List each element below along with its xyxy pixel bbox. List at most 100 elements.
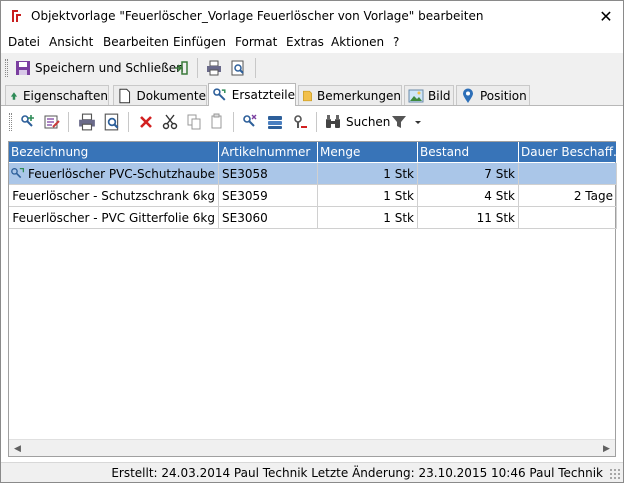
spare-parts-icon <box>213 88 226 101</box>
tab-label: Bemerkungen <box>316 88 401 103</box>
toolbar-separator <box>233 112 234 132</box>
print-preview-icon <box>104 113 119 131</box>
assign-parts-button[interactable] <box>241 111 259 133</box>
tab-bild[interactable]: Bild <box>404 85 454 105</box>
tab-position[interactable]: Position <box>456 85 530 105</box>
title-bar: Objektvorlage "Feuerlöscher_Vorlage Feue… <box>1 1 623 31</box>
filter-funnel-icon <box>392 116 406 128</box>
toolbar-separator <box>197 58 198 78</box>
document-icon <box>119 88 131 103</box>
tab-ersatzteile[interactable]: Ersatzteile <box>208 83 296 106</box>
edit-list-icon <box>44 115 60 129</box>
table-row[interactable]: Feuerlöscher - Schutzschrank 6kg SE3059 … <box>9 185 617 207</box>
resize-grip-icon[interactable] <box>609 468 621 480</box>
tab-dokumente[interactable]: Dokumente <box>113 85 207 105</box>
copy-button[interactable] <box>185 111 203 133</box>
toolbar-separator <box>68 112 69 132</box>
toolbar-separator <box>255 58 256 78</box>
paste-button[interactable] <box>208 111 226 133</box>
image-icon <box>408 89 424 102</box>
tab-label: Position <box>480 88 527 103</box>
search-button[interactable]: Suchen <box>324 111 390 133</box>
column-header-bestand[interactable]: Bestand <box>418 142 519 162</box>
chevron-down-icon <box>415 121 421 124</box>
column-header-menge[interactable]: Menge <box>318 142 418 162</box>
menu-extras[interactable]: Extras <box>286 35 324 49</box>
menu-format[interactable]: Format <box>235 35 277 49</box>
close-button[interactable]: ✕ <box>589 1 623 31</box>
scroll-left-arrow-icon[interactable]: ◀ <box>9 440 26 457</box>
filter-dropdown-button[interactable] <box>390 111 423 133</box>
menu-help[interactable]: ? <box>393 35 399 49</box>
cell-menge[interactable]: 1 Stk <box>318 207 418 229</box>
delete-button[interactable] <box>137 111 155 133</box>
exit-door-icon <box>175 61 188 75</box>
menu-aktionen[interactable]: Aktionen <box>331 35 384 49</box>
cell-dauer[interactable] <box>519 163 617 185</box>
cell-dauer[interactable] <box>519 207 617 229</box>
tab-bemerkungen[interactable]: Bemerkungen <box>298 85 402 105</box>
scissors-icon <box>162 114 178 130</box>
print-preview-icon <box>231 60 244 76</box>
app-logo-icon <box>12 10 21 22</box>
cell-menge[interactable]: 1 Stk <box>318 163 418 185</box>
add-part-button[interactable] <box>19 111 37 133</box>
cell-bezeichnung[interactable]: Feuerlöscher - Schutzschrank 6kg <box>9 185 219 207</box>
cell-artikelnummer[interactable]: SE3059 <box>219 185 318 207</box>
table-row[interactable]: Feuerlöscher PVC-Schutzhaube SE3058 1 St… <box>9 163 617 185</box>
spare-parts-remove-icon <box>294 115 307 128</box>
tab-label: Dokumente <box>136 88 206 103</box>
print-preview-button[interactable] <box>230 57 246 79</box>
toolbar-separator <box>128 112 129 132</box>
cell-menge[interactable]: 1 Stk <box>318 185 418 207</box>
menu-bearbeiten[interactable]: Bearbeiten <box>103 35 169 49</box>
search-label: Suchen <box>346 115 391 129</box>
table-row[interactable]: Feuerlöscher - PVC Gitterfolie 6kg SE306… <box>9 207 617 229</box>
tab-label: Eigenschaften <box>22 88 108 103</box>
edit-part-button[interactable] <box>43 111 61 133</box>
spare-parts-assign-icon <box>243 114 257 127</box>
remove-parts-button[interactable] <box>291 111 309 133</box>
copy-icon <box>187 114 201 130</box>
save-close-button[interactable]: Speichern und Schließen <box>15 57 184 79</box>
menu-datei[interactable]: Datei <box>8 35 40 49</box>
cell-bezeichnung[interactable]: Feuerlöscher - PVC Gitterfolie 6kg <box>9 207 219 229</box>
part-name: Feuerlöscher - Schutzschrank 6kg <box>12 188 215 203</box>
tab-label: Ersatzteile <box>231 88 295 102</box>
cell-artikelnummer[interactable]: SE3058 <box>219 163 318 185</box>
cell-bestand[interactable]: 4 Stk <box>418 185 519 207</box>
toolbar-grip[interactable] <box>9 113 12 131</box>
tab-strip: Eigenschaften Dokumente Ersatzteile Beme… <box>1 83 623 106</box>
scroll-right-arrow-icon[interactable]: ▶ <box>598 440 615 457</box>
object-template-window: Objektvorlage "Feuerlöscher_Vorlage Feue… <box>0 0 624 483</box>
column-header-artikelnummer[interactable]: Artikelnummer <box>219 142 318 162</box>
print-list-button[interactable] <box>78 111 96 133</box>
cell-artikelnummer[interactable]: SE3060 <box>219 207 318 229</box>
cut-button[interactable] <box>161 111 179 133</box>
menu-ansicht[interactable]: Ansicht <box>49 35 93 49</box>
cell-bezeichnung[interactable]: Feuerlöscher PVC-Schutzhaube <box>9 163 219 185</box>
menu-bar: Datei Ansicht Bearbeiten Einfügen Format… <box>1 31 623 53</box>
print-preview-list-button[interactable] <box>103 111 121 133</box>
part-name: Feuerlöscher PVC-Schutzhaube <box>28 166 215 181</box>
exit-button[interactable] <box>173 57 189 79</box>
main-toolbar: Speichern und Schließen <box>1 54 623 82</box>
location-pin-icon <box>463 88 473 103</box>
spare-part-icon <box>11 167 24 178</box>
menu-einfuegen[interactable]: Einfügen <box>173 35 226 49</box>
note-icon <box>303 90 312 101</box>
spare-parts-grid: Bezeichnung Artikelnummer Menge Bestand … <box>8 141 617 457</box>
cell-bestand[interactable]: 7 Stk <box>418 163 519 185</box>
tab-eigenschaften[interactable]: Eigenschaften <box>5 85 109 105</box>
printer-icon <box>207 60 221 76</box>
cell-dauer[interactable]: 2 Tage <box>519 185 617 207</box>
column-header-dauer-beschaffung[interactable]: Dauer Beschaff... <box>519 142 617 162</box>
cell-bestand[interactable]: 11 Stk <box>418 207 519 229</box>
horizontal-scrollbar[interactable]: ◀ ▶ <box>9 439 615 456</box>
column-header-bezeichnung[interactable]: Bezeichnung <box>9 142 219 162</box>
toolbar-grip[interactable] <box>5 59 8 77</box>
print-button[interactable] <box>206 57 222 79</box>
stock-button[interactable] <box>266 111 284 133</box>
binoculars-icon <box>326 115 340 128</box>
status-text: Erstellt: 24.03.2014 Paul Technik Letzte… <box>111 466 603 480</box>
